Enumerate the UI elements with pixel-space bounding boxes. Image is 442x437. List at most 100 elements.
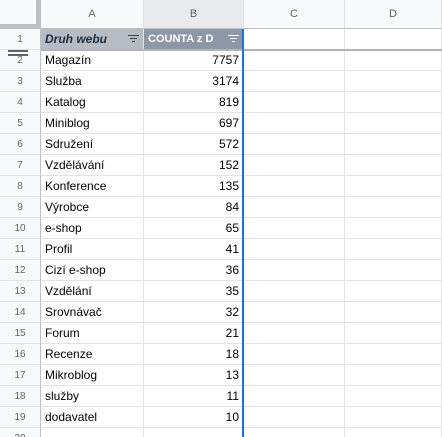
row-header[interactable]: 15 [0, 323, 41, 344]
cell-druh-webu[interactable]: Cizí e-shop [41, 260, 144, 281]
cell-empty[interactable] [244, 197, 345, 218]
row-header[interactable]: 20 [0, 428, 41, 437]
row-header[interactable]: 19 [0, 407, 41, 428]
cell-druh-webu[interactable]: Služba [41, 71, 144, 92]
cell-counta[interactable]: 7757 [144, 50, 244, 71]
cell-counta[interactable]: 36 [144, 260, 244, 281]
row-header[interactable]: 5 [0, 113, 41, 134]
row-header[interactable]: 8 [0, 176, 41, 197]
cell-counta[interactable]: 13 [144, 365, 244, 386]
cell-druh-webu[interactable]: Recenze [41, 344, 144, 365]
column-header-d[interactable]: D [345, 0, 442, 29]
cell-empty[interactable] [244, 176, 345, 197]
row-header[interactable]: 1 [0, 29, 41, 50]
cell-counta[interactable]: 819 [144, 92, 244, 113]
cell-empty[interactable] [244, 92, 345, 113]
cell-empty[interactable] [345, 344, 442, 365]
column-header-b[interactable]: B [144, 0, 244, 29]
cell-empty[interactable] [345, 113, 442, 134]
cell-druh-webu[interactable]: Sdružení [41, 134, 144, 155]
cell-empty[interactable] [345, 281, 442, 302]
cell-druh-webu[interactable]: Výrobce [41, 197, 144, 218]
cell-counta[interactable]: 11 [144, 386, 244, 407]
cell-empty[interactable] [244, 29, 345, 50]
cell-counta[interactable]: 84 [144, 197, 244, 218]
cell-counta[interactable]: 135 [144, 176, 244, 197]
cell-druh-webu[interactable]: Katalog [41, 92, 144, 113]
cell-counta[interactable]: 18 [144, 344, 244, 365]
cell-empty[interactable] [244, 71, 345, 92]
cell-empty[interactable] [244, 239, 345, 260]
cell-empty[interactable] [244, 344, 345, 365]
row-header[interactable]: 17 [0, 365, 41, 386]
row-header[interactable]: 4 [0, 92, 41, 113]
cell-empty[interactable] [244, 386, 345, 407]
cell-empty[interactable] [244, 260, 345, 281]
cell-empty[interactable] [244, 113, 345, 134]
cell-empty[interactable] [244, 134, 345, 155]
cell-druh-webu[interactable]: Vzdělávání [41, 155, 144, 176]
cell-empty[interactable] [244, 302, 345, 323]
cell-counta[interactable]: 32 [144, 302, 244, 323]
cell-empty[interactable] [345, 323, 442, 344]
cell-empty[interactable] [345, 218, 442, 239]
row-header[interactable]: 18 [0, 386, 41, 407]
cell-druh-webu[interactable] [41, 428, 144, 437]
row-header[interactable]: 9 [0, 197, 41, 218]
cell-empty[interactable] [244, 323, 345, 344]
cell-empty[interactable] [345, 407, 442, 428]
row-header[interactable]: 14 [0, 302, 41, 323]
column-header-c[interactable]: C [244, 0, 345, 29]
cell-empty[interactable] [345, 92, 442, 113]
cell-empty[interactable] [244, 50, 345, 71]
cell-empty[interactable] [345, 428, 442, 437]
cell-empty[interactable] [345, 386, 442, 407]
cell-empty[interactable] [345, 29, 442, 50]
cell-counta[interactable]: 10 [144, 407, 244, 428]
cell-druh-webu[interactable]: služby [41, 386, 144, 407]
cell-empty[interactable] [345, 71, 442, 92]
cell-druh-webu[interactable]: Mikroblog [41, 365, 144, 386]
cell-empty[interactable] [244, 155, 345, 176]
cell-empty[interactable] [244, 281, 345, 302]
cell-druh-webu[interactable]: Forum [41, 323, 144, 344]
cell-druh-webu[interactable]: Vzdělání [41, 281, 144, 302]
cell-empty[interactable] [244, 407, 345, 428]
cell-empty[interactable] [244, 365, 345, 386]
row-header[interactable]: 6 [0, 134, 41, 155]
cell-empty[interactable] [345, 302, 442, 323]
select-all-corner[interactable] [0, 0, 41, 29]
cell-druh-webu[interactable]: Srovnávač [41, 302, 144, 323]
cell-empty[interactable] [345, 155, 442, 176]
cell-druh-webu[interactable]: Konference [41, 176, 144, 197]
row-header[interactable]: 16 [0, 344, 41, 365]
cell-druh-webu[interactable]: e-shop [41, 218, 144, 239]
cell-empty[interactable] [345, 239, 442, 260]
cell-empty[interactable] [345, 260, 442, 281]
column-header-a[interactable]: A [41, 0, 144, 29]
filter-icon[interactable] [228, 34, 239, 44]
freeze-handle[interactable] [8, 50, 28, 52]
cell-counta[interactable]: 152 [144, 155, 244, 176]
cell-empty[interactable] [345, 176, 442, 197]
cell-druh-webu[interactable]: dodavatel [41, 407, 144, 428]
cell-empty[interactable] [244, 428, 345, 437]
pivot-header-druh-webu[interactable]: Druh webu [41, 29, 144, 50]
row-header[interactable]: 11 [0, 239, 41, 260]
cell-empty[interactable] [345, 365, 442, 386]
cell-counta[interactable] [144, 428, 244, 437]
cell-empty[interactable] [345, 197, 442, 218]
row-header[interactable]: 13 [0, 281, 41, 302]
row-header[interactable]: 12 [0, 260, 41, 281]
cell-counta[interactable]: 697 [144, 113, 244, 134]
cell-counta[interactable]: 35 [144, 281, 244, 302]
row-header[interactable]: 3 [0, 71, 41, 92]
row-header[interactable]: 10 [0, 218, 41, 239]
cell-empty[interactable] [345, 50, 442, 71]
pivot-header-counta[interactable]: COUNTA z D [144, 29, 244, 50]
cell-druh-webu[interactable]: Profil [41, 239, 144, 260]
cell-empty[interactable] [244, 218, 345, 239]
filter-icon[interactable] [128, 34, 139, 44]
row-header[interactable]: 7 [0, 155, 41, 176]
cell-empty[interactable] [345, 134, 442, 155]
